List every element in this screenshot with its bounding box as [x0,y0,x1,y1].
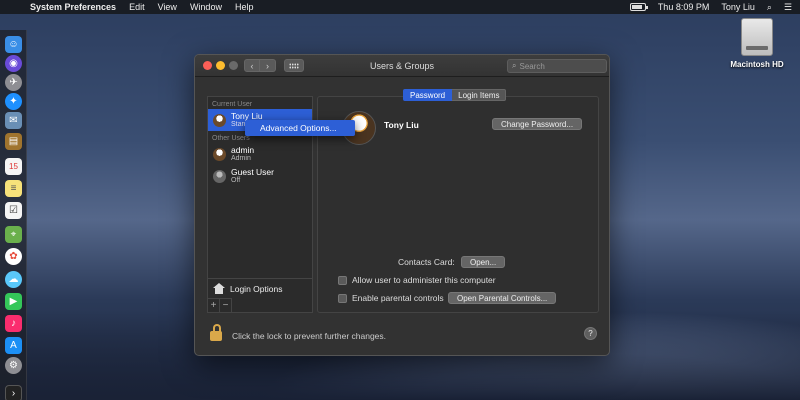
contacts-icon[interactable]: ▤ [5,133,22,150]
advanced-options-menu-item[interactable]: Advanced Options... [245,120,355,136]
photos-icon[interactable]: ✿ [5,248,22,265]
finder-icon[interactable]: ☺ [5,36,22,53]
contacts-card-label: Contacts Card: [398,257,455,267]
user-detail-panel: Tony Liu Change Password... Contacts Car… [317,96,599,313]
back-button[interactable]: ‹ [244,59,260,72]
menu-view[interactable]: View [158,2,177,12]
menu-help[interactable]: Help [235,2,254,12]
open-parental-controls-button[interactable]: Open Parental Controls... [448,292,557,304]
safari-icon[interactable]: ✦ [5,93,22,110]
help-button[interactable]: ? [584,327,597,340]
search-input[interactable] [519,61,600,71]
allow-admin-row[interactable]: Allow user to administer this computer [338,275,496,285]
reminders-icon[interactable]: ☑ [5,202,22,219]
login-options-row[interactable]: Login Options [208,278,312,298]
menu-clock[interactable]: Thu 8:09 PM [658,2,710,12]
user-role: Admin [231,154,251,162]
mail-icon[interactable]: ✉ [5,112,22,129]
battery-fill [631,5,642,9]
hard-drive-icon [741,18,773,56]
terminal-icon[interactable]: › [5,385,22,400]
zoom-button [229,61,238,70]
nav-buttons: ‹ › [244,59,276,72]
current-user-header: Current User [212,101,253,108]
app-store-icon[interactable]: A [5,337,22,354]
menu-window[interactable]: Window [190,2,222,12]
minimize-button[interactable] [216,61,225,70]
tab-bar: Password Login Items [403,89,507,101]
user-row-admin[interactable]: admin Admin [208,143,312,165]
battery-icon[interactable] [629,3,648,11]
parental-controls-checkbox[interactable] [338,293,347,303]
maps-icon[interactable]: ⌖ [5,226,22,243]
menu-user-name[interactable]: Tony Liu [721,2,755,12]
window-titlebar[interactable]: ‹ › Users & Groups ⌕ [195,55,609,77]
guest-avatar-icon [213,169,226,183]
open-contacts-button[interactable]: Open... [461,256,506,268]
forward-button[interactable]: › [260,59,276,72]
dock: ☺ ◉ ✈ ✦ ✉ ▤ 15 ≡ ☑ ⌖ ✿ ☁ ▶ ♪ A ⚙ › [0,30,27,400]
tab-password[interactable]: Password [403,89,453,101]
search-field[interactable]: ⌕ [507,59,607,73]
notification-center-icon[interactable]: ☰ [784,2,792,13]
window-footer: Click the lock to prevent further change… [195,315,609,355]
add-remove-bar: + − [208,298,232,312]
login-options-label: Login Options [230,283,283,294]
grid-icon [289,62,299,69]
menu-app-name[interactable]: System Preferences [30,2,116,12]
tab-login-items[interactable]: Login Items [452,89,507,101]
drive-label: Macintosh HD [730,60,784,69]
menu-bar: System Preferences Edit View Window Help… [0,0,800,14]
user-role: Off [231,176,241,184]
change-password-button[interactable]: Change Password... [492,118,583,130]
messages-icon[interactable]: ☁ [5,271,22,288]
users-groups-window: ‹ › Users & Groups ⌕ Current User Tony L… [194,54,610,356]
add-user-button[interactable]: + [208,299,220,312]
house-icon [213,283,225,294]
remove-user-button[interactable]: − [220,299,232,312]
lock-body [210,331,222,341]
menu-edit[interactable]: Edit [129,2,145,12]
search-icon: ⌕ [512,61,517,70]
eagle-avatar-icon [213,147,226,161]
system-preferences-icon[interactable]: ⚙ [5,357,22,374]
user-row-guest[interactable]: Guest User Off [208,165,312,187]
parental-controls-label: Enable parental controls [352,293,444,303]
lock-message: Click the lock to prevent further change… [232,331,387,341]
macintosh-hd-drive[interactable]: Macintosh HD [727,18,787,69]
user-name: Guest User [231,166,274,177]
panel-user-name: Tony Liu [384,120,419,130]
lock-icon[interactable] [210,324,223,342]
music-icon[interactable]: ♪ [5,315,22,332]
launchpad-icon[interactable]: ✈ [5,74,22,91]
allow-admin-checkbox[interactable] [338,275,347,285]
user-name: admin [231,144,255,155]
siri-icon[interactable]: ◉ [5,55,22,72]
parental-controls-row[interactable]: Enable parental controls [338,293,444,303]
menu-extras: Thu 8:09 PM Tony Liu ⌕ ☰ [629,2,792,13]
eagle-avatar-icon [213,113,226,127]
show-all-button[interactable] [284,59,304,72]
calendar-icon[interactable]: 15 [5,158,22,175]
notes-icon[interactable]: ≡ [5,180,22,197]
spotlight-icon[interactable]: ⌕ [767,2,772,13]
close-button[interactable] [203,61,212,70]
allow-admin-label: Allow user to administer this computer [352,275,496,285]
facetime-icon[interactable]: ▶ [5,293,22,310]
